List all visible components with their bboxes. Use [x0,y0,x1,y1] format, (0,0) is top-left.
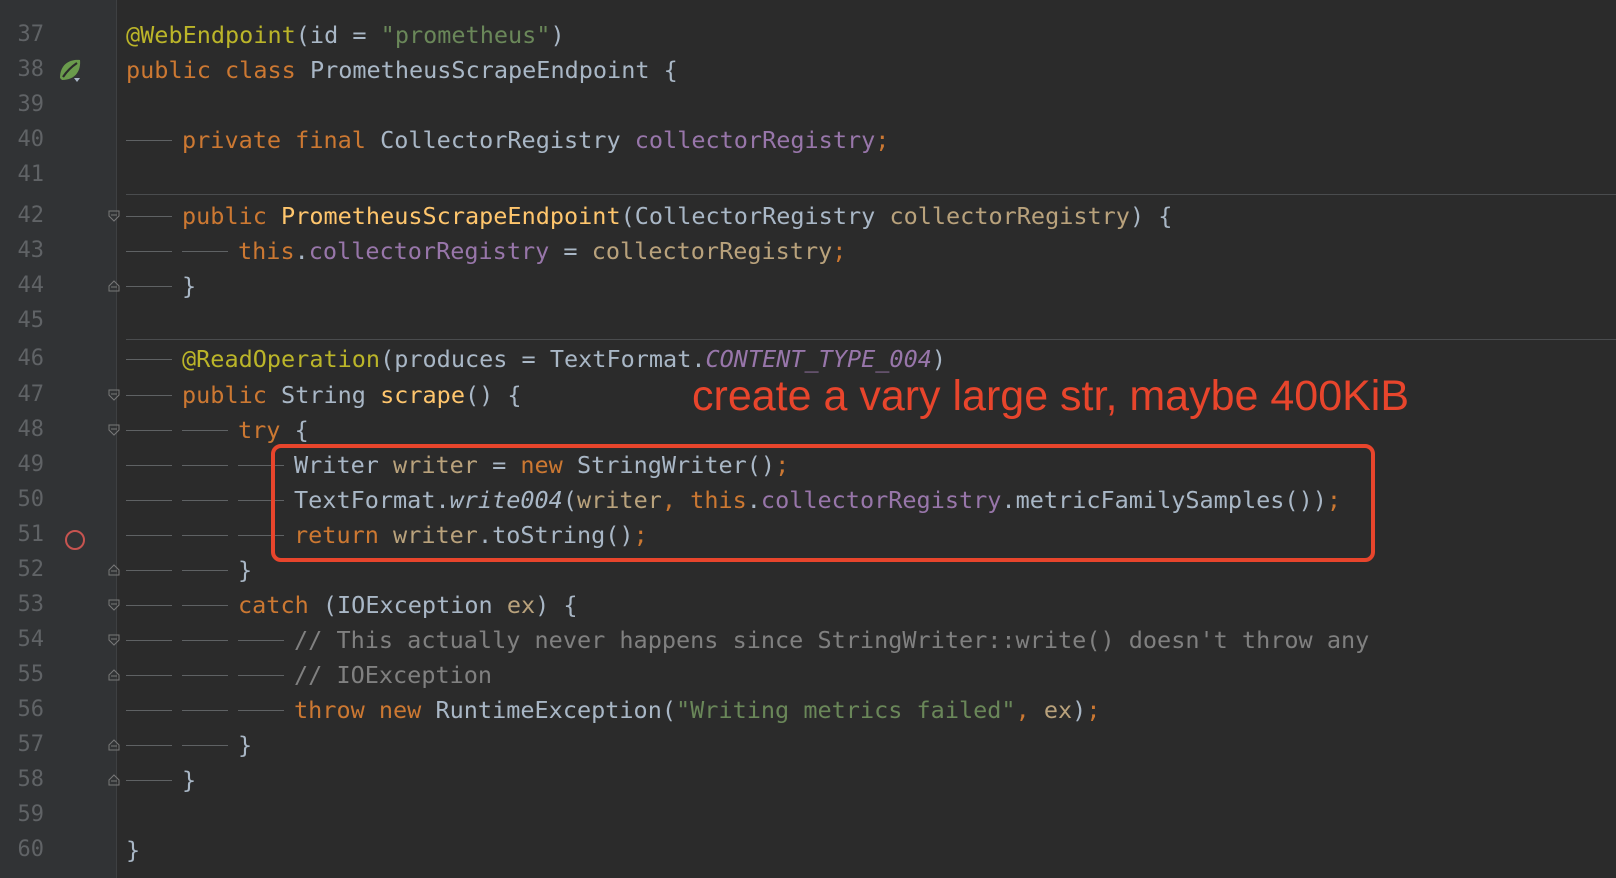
code-line-37[interactable]: 37 @WebEndpoint(id = "prometheus") [0,17,1616,53]
code-line-57[interactable]: 57 } [0,727,1616,763]
code-line-42[interactable]: 42 public PrometheusScrapeEndpoint(Colle… [0,198,1616,234]
line-number: 40 [17,127,45,152]
fold-end-icon[interactable] [108,739,120,751]
code-text: try { [238,416,309,444]
line-number: 53 [17,592,45,617]
code-text: private final CollectorRegistry collecto… [182,126,890,154]
fold-collapse-icon[interactable] [108,389,120,401]
annotation-note: create a vary large str, maybe 400KiB [692,372,1410,420]
line-number: 39 [17,92,45,117]
line-number: 38 [17,57,45,82]
code-line-54[interactable]: 54 // This actually never happens since … [0,622,1616,658]
line-number: 58 [17,767,45,792]
line-number: 47 [17,382,45,407]
code-text: } [238,556,253,584]
line-number: 51 [17,522,45,547]
code-line-59[interactable]: 59 [0,797,1616,833]
fold-end-icon[interactable] [108,564,120,576]
code-text: public PrometheusScrapeEndpoint(Collecto… [182,202,1173,230]
code-text: this.collectorRegistry = collectorRegist… [238,237,847,265]
code-line-55[interactable]: 55 // IOException [0,657,1616,693]
code-line-45[interactable]: 45 [0,303,1616,339]
line-number: 42 [17,203,45,228]
line-number: 52 [17,557,45,582]
code-editor[interactable]: 37 @WebEndpoint(id = "prometheus") 38 pu… [0,0,1616,878]
line-number: 46 [17,346,45,371]
code-line-41[interactable]: 41 [0,157,1616,193]
code-line-44[interactable]: 44 } [0,268,1616,304]
code-line-43[interactable]: 43 this.collectorRegistry = collectorReg… [0,233,1616,269]
line-number: 56 [17,697,45,722]
code-line-53[interactable]: 53 catch (IOException ex) { [0,587,1616,623]
code-text: } [126,836,141,864]
code-line-58[interactable]: 58 } [0,762,1616,798]
line-number: 49 [17,452,45,477]
code-comment: // This actually never happens since Str… [294,626,1370,654]
code-line-39[interactable]: 39 [0,87,1616,123]
line-number: 37 [17,22,45,47]
line-number: 57 [17,732,45,757]
line-number: 54 [17,627,45,652]
line-number: 45 [17,308,45,333]
annotation-highlight-box [271,444,1375,562]
line-number: 50 [17,487,45,512]
code-line-38[interactable]: 38 public class PrometheusScrapeEndpoint… [0,52,1616,88]
line-number: 48 [17,417,45,442]
code-text: public String scrape() { [182,381,522,409]
code-comment: // IOException [294,661,493,689]
fold-end-icon[interactable] [108,669,120,681]
code-line-60[interactable]: 60 } [0,832,1616,868]
line-number: 60 [17,837,45,862]
line-number: 44 [17,273,45,298]
code-text: public class PrometheusScrapeEndpoint { [126,56,678,84]
code-text: } [182,272,197,300]
fold-collapse-icon[interactable] [108,599,120,611]
fold-collapse-icon[interactable] [108,634,120,646]
fold-end-icon[interactable] [108,774,120,786]
code-line-40[interactable]: 40 private final CollectorRegistry colle… [0,122,1616,158]
line-number: 59 [17,802,45,827]
fold-collapse-icon[interactable] [108,424,120,436]
fold-end-icon[interactable] [108,280,120,292]
code-text: throw new RuntimeException("Writing metr… [294,696,1101,724]
fold-collapse-icon[interactable] [108,210,120,222]
line-number: 41 [17,162,45,187]
code-text: } [182,766,197,794]
method-separator [126,194,1616,195]
code-text: } [238,731,253,759]
code-text: @WebEndpoint(id = "prometheus") [126,21,565,49]
code-text: catch (IOException ex) { [238,591,578,619]
line-number: 43 [17,238,45,263]
line-number: 55 [17,662,45,687]
code-line-56[interactable]: 56 throw new RuntimeException("Writing m… [0,692,1616,728]
method-separator [126,339,1616,340]
